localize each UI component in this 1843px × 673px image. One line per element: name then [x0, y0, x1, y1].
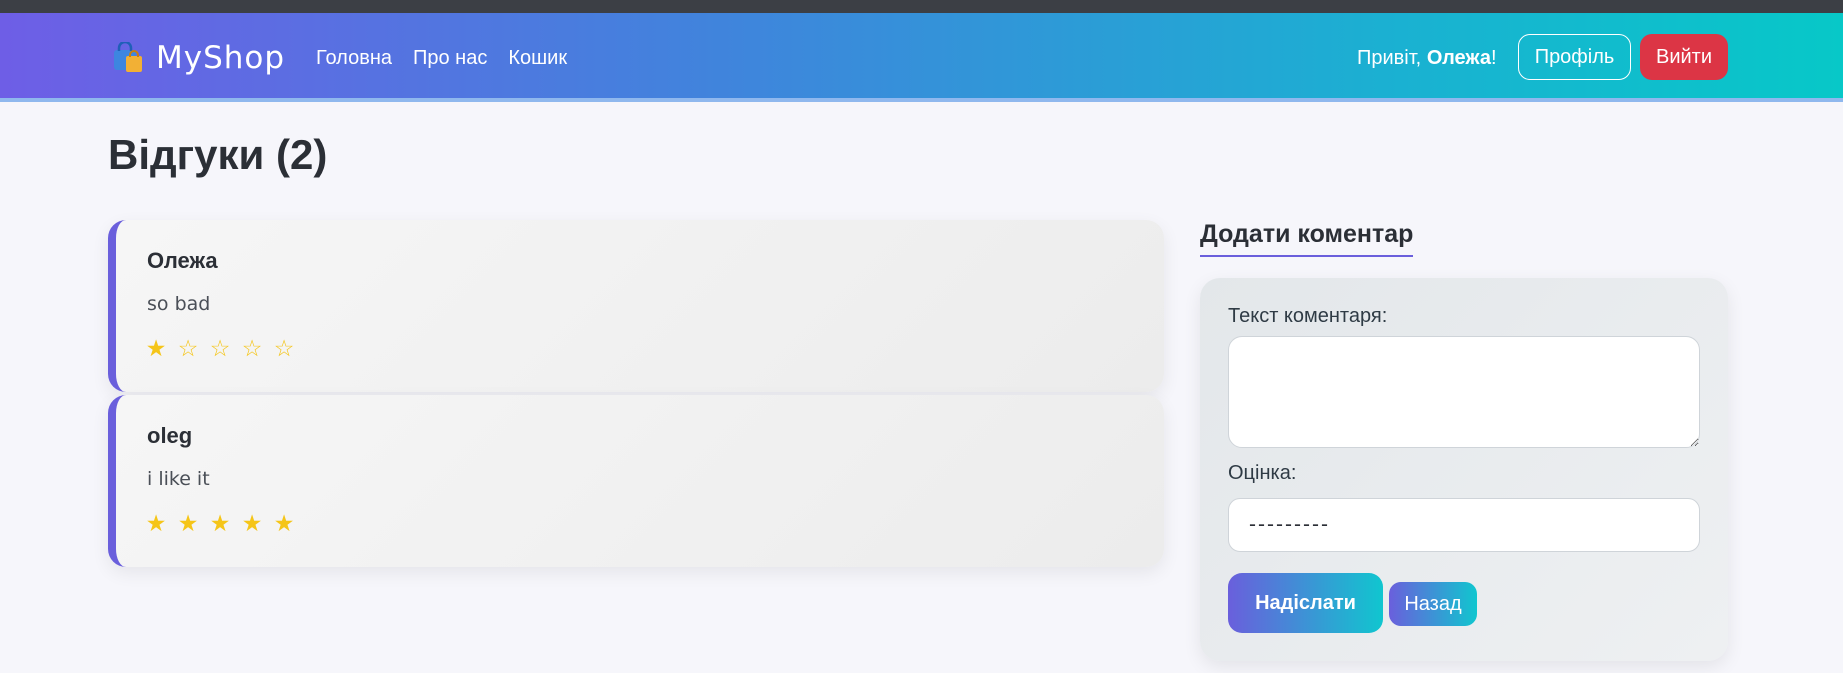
greeting-prefix: Привіт,: [1357, 46, 1422, 69]
review-author: oleg: [147, 423, 193, 448]
rating-select[interactable]: ---------: [1228, 498, 1700, 552]
logout-button[interactable]: Вийти: [1640, 34, 1728, 80]
star-empty-icon: ☆: [209, 336, 231, 362]
star-filled-icon: ★: [145, 511, 167, 537]
submit-button[interactable]: Надіслати: [1228, 573, 1383, 633]
brand[interactable]: MyShop: [112, 40, 285, 76]
star-filled-icon: ★: [145, 336, 167, 362]
star-filled-icon: ★: [241, 511, 263, 537]
review-rating: ★ ★ ★ ★ ★: [145, 511, 295, 537]
star-empty-icon: ☆: [177, 336, 199, 362]
nav-link-cart[interactable]: Кошик: [508, 47, 567, 70]
review-author: Олежа: [147, 248, 218, 273]
nav-link-about[interactable]: Про нас: [413, 47, 487, 70]
comment-text-label: Текст коментаря:: [1228, 305, 1388, 327]
browser-top-strip: [0, 0, 1843, 13]
star-filled-icon: ★: [209, 511, 231, 537]
star-empty-icon: ☆: [241, 336, 263, 362]
greeting-suffix: !: [1490, 46, 1497, 69]
comment-textarea[interactable]: [1228, 336, 1700, 448]
star-filled-icon: ★: [273, 511, 295, 537]
nav-links: Головна Про нас Кошик: [316, 43, 567, 73]
review-card: Олежа so bad ★ ☆ ☆ ☆ ☆: [108, 220, 1164, 392]
reviews-list: Олежа so bad ★ ☆ ☆ ☆ ☆ oleg i like it ★ ★ ★ ★ ★: [108, 220, 1164, 570]
back-button[interactable]: Назад: [1389, 582, 1477, 626]
profile-button[interactable]: Профіль: [1518, 34, 1631, 80]
review-text: so bad: [147, 293, 211, 315]
nav-link-home[interactable]: Головна: [316, 47, 392, 70]
star-empty-icon: ☆: [273, 336, 295, 362]
add-comment-heading: Додати коментар: [1200, 220, 1414, 257]
brand-name[interactable]: MyShop: [156, 40, 285, 76]
add-comment-form: Текст коментаря: Оцінка: --------- Надіс…: [1200, 278, 1728, 661]
navbar: MyShop Головна Про нас Кошик Привіт, Оле…: [0, 13, 1843, 102]
greeting-username: Олежа: [1426, 46, 1491, 69]
rating-label: Оцінка:: [1228, 462, 1297, 484]
review-text: i like it: [147, 468, 210, 490]
shopping-bag-icon: [112, 40, 146, 74]
review-card: oleg i like it ★ ★ ★ ★ ★: [108, 395, 1164, 567]
review-rating: ★ ☆ ☆ ☆ ☆: [145, 336, 295, 362]
star-filled-icon: ★: [177, 511, 199, 537]
user-greeting: Привіт, Олежа!: [1357, 43, 1497, 73]
page-title: Відгуки (2): [108, 131, 328, 178]
